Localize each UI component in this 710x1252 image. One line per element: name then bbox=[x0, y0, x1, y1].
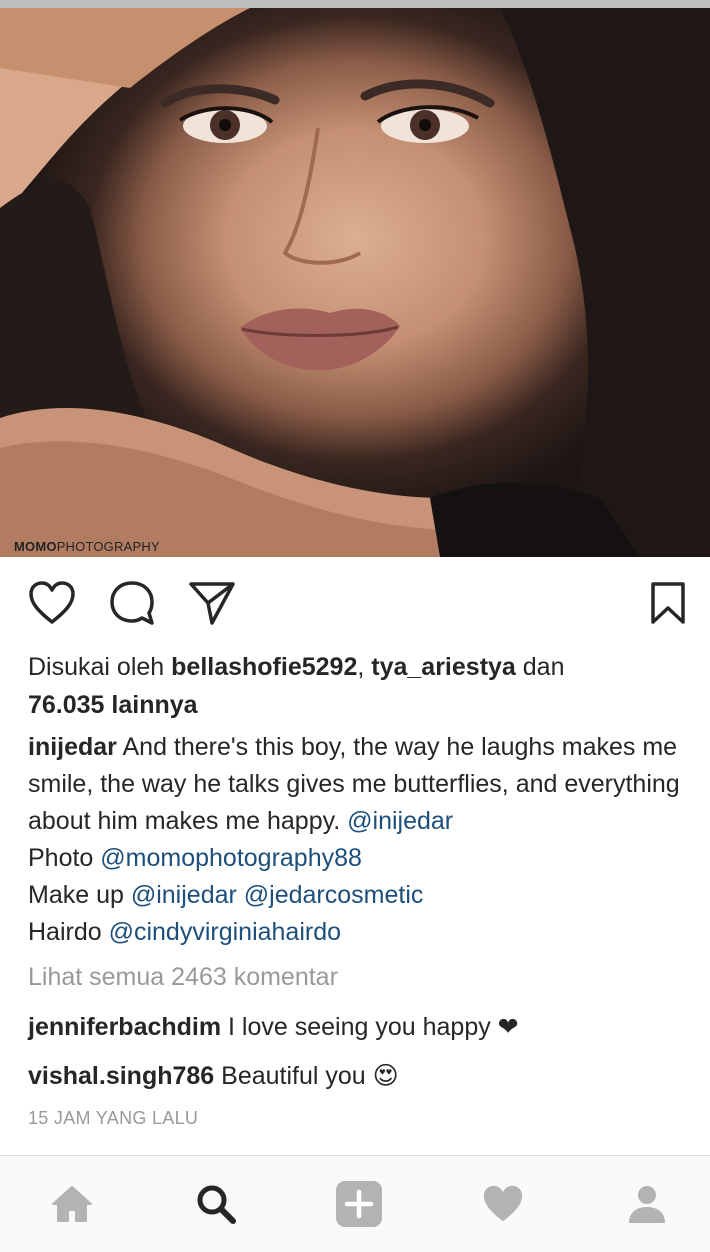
heart-outline-icon bbox=[28, 580, 76, 630]
post-caption: inijedar And there's this boy, the way h… bbox=[28, 733, 680, 946]
paper-plane-icon bbox=[188, 580, 236, 631]
save-button[interactable] bbox=[643, 580, 693, 630]
comment-item: vishal.singh786 Beautiful you 😍 bbox=[28, 1061, 399, 1091]
photo-watermark: MOMOPHOTOGRAPHY bbox=[14, 539, 160, 554]
heart-emoji: ❤ bbox=[497, 1013, 519, 1041]
liker-username-2[interactable]: tya_ariestya bbox=[371, 653, 516, 681]
heart-eyes-emoji: 😍 bbox=[372, 1062, 399, 1090]
share-button[interactable] bbox=[187, 580, 237, 630]
view-all-comments-link[interactable]: Lihat semua 2463 komentar bbox=[28, 963, 338, 992]
caption-mention[interactable]: @inijedar bbox=[347, 807, 453, 835]
status-bar bbox=[0, 0, 710, 8]
comment-username[interactable]: jenniferbachdim bbox=[28, 1013, 221, 1041]
home-icon bbox=[51, 1185, 93, 1228]
makeup-credit-mention-2[interactable]: @jedarcosmetic bbox=[244, 881, 424, 909]
comment-text: Beautiful you bbox=[214, 1062, 373, 1090]
nav-home-button[interactable] bbox=[42, 1178, 102, 1234]
heart-icon bbox=[481, 1184, 525, 1229]
likes-count[interactable]: 76.035 lainnya bbox=[28, 691, 198, 719]
likes-prefix: Disukai oleh bbox=[28, 653, 172, 681]
caption-username[interactable]: inijedar bbox=[28, 733, 117, 761]
like-button[interactable] bbox=[27, 580, 77, 630]
photo-credit-mention[interactable]: @momophotography88 bbox=[100, 844, 362, 872]
profile-icon bbox=[626, 1183, 668, 1230]
post-photo[interactable]: MOMOPHOTOGRAPHY bbox=[0, 8, 710, 557]
makeup-credit-mention-1[interactable]: @inijedar bbox=[131, 881, 237, 909]
portrait-illustration bbox=[0, 8, 710, 557]
bottom-navigation bbox=[0, 1155, 710, 1252]
comment-username[interactable]: vishal.singh786 bbox=[28, 1062, 214, 1090]
comment-item: jenniferbachdim I love seeing you happy … bbox=[28, 1012, 519, 1042]
comment-text: I love seeing you happy bbox=[221, 1013, 498, 1041]
comment-bubble-icon bbox=[108, 579, 156, 632]
post-timestamp: 15 JAM YANG LALU bbox=[28, 1108, 199, 1128]
comment-button[interactable] bbox=[107, 580, 157, 630]
hair-credit-mention[interactable]: @cindyvirginiahairdo bbox=[109, 918, 341, 946]
nav-search-button[interactable] bbox=[186, 1178, 246, 1234]
post-actions bbox=[0, 560, 710, 646]
liker-username-1[interactable]: bellashofie5292 bbox=[171, 653, 357, 681]
search-icon bbox=[195, 1183, 237, 1230]
likes-summary: Disukai oleh bellashofie5292, tya_ariest… bbox=[28, 653, 565, 719]
add-post-icon bbox=[335, 1180, 383, 1233]
bookmark-icon bbox=[650, 581, 686, 630]
nav-activity-button[interactable] bbox=[473, 1178, 533, 1234]
nav-add-button[interactable] bbox=[329, 1178, 389, 1234]
nav-profile-button[interactable] bbox=[617, 1178, 677, 1234]
